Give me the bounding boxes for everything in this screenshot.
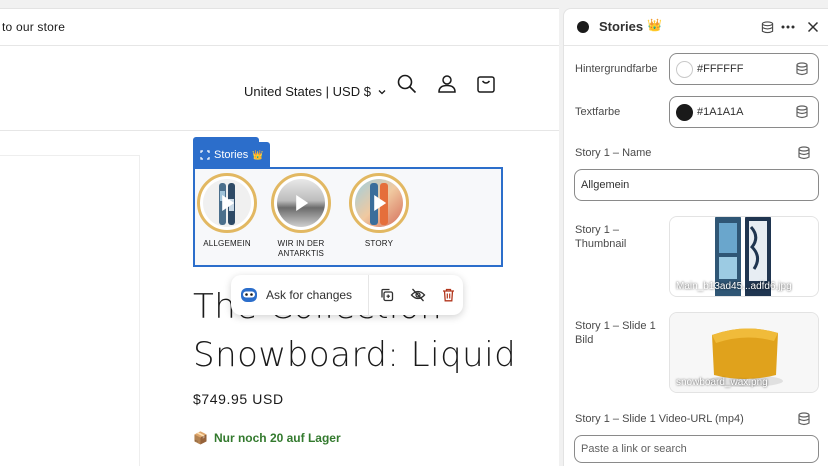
ask-for-changes-button[interactable]: Ask for changes [231,275,369,315]
package-emoji: 📦 [193,431,208,445]
duplicate-button[interactable] [373,280,402,310]
hide-button[interactable] [403,280,432,310]
story-item[interactable]: WIR IN DER ANTARKTIS [263,173,339,259]
country-label: United States | USD $ [244,84,371,99]
dynamic-source-button[interactable] [758,18,776,36]
slide-image-label: Story 1 – Slide 1 Bild [575,320,656,346]
text-color-label: Textfarbe [575,106,621,118]
story-ring [197,173,257,233]
delete-button[interactable] [434,280,463,310]
stories-block-label: Stories [214,149,249,161]
play-icon [222,195,235,211]
ask-toolbar: Ask for changes [231,275,463,315]
video-url-label: Story 1 – Slide 1 Video-URL (mp4) [575,413,744,425]
country-selector[interactable]: United States | USD $ [244,84,387,99]
stock-text: Nur noch 20 auf Lager [213,431,341,445]
product-price: $749.95 USD [193,391,284,407]
text-color-field[interactable]: #1A1A1A [669,96,819,128]
story-thumbnail-label: Story 1 – Thumbnail [575,224,627,250]
database-icon[interactable] [797,412,811,426]
more-icon [781,25,795,29]
crown-emoji: 👑 [252,149,264,160]
story-ring [271,173,331,233]
announcement-text: to our store [2,20,66,34]
panel-header: Stories 👑 [564,9,828,45]
story-name-label: Story 1 – Name [575,147,652,159]
story-label: STORY [364,239,394,248]
thumbnail-picker[interactable]: Main_b13ad45...adfd6.jpg [669,216,819,297]
more-actions-button[interactable] [779,18,797,36]
thumbnail-filename: Main_b13ad45...adfd6.jpg [676,281,792,292]
video-url-input[interactable]: Paste a link or search [574,435,819,463]
panel-title: Stories [599,19,644,34]
story-item[interactable]: STORY [341,173,417,249]
story-label: ALLGEMEIN [203,239,251,248]
ask-for-changes-label: Ask for changes [266,288,353,302]
close-button[interactable] [804,18,822,36]
eye-off-icon [410,288,426,302]
product-media [0,155,140,466]
account-icon[interactable] [436,73,458,95]
close-icon [807,21,819,33]
app-icon [577,21,589,33]
story-name-input[interactable]: Allgemein [574,169,819,201]
bg-color-field[interactable]: #FFFFFF [669,53,819,85]
crown-emoji: 👑 [647,18,662,32]
cart-icon[interactable] [475,73,497,95]
story-label: WIR IN DER ANTARKTIS [277,239,325,258]
search-icon[interactable] [396,73,418,95]
text-color-swatch[interactable] [676,104,693,121]
announcement-bar: to our store [0,9,559,46]
database-icon[interactable] [797,146,811,160]
stories-block[interactable]: ALLGEMEIN WIR IN DER ANTARKTIS STORY [193,167,503,267]
duplicate-icon [381,288,394,302]
chevron-down-icon [378,89,386,94]
product-title-line2: Snowboard: Liquid [193,335,517,375]
bg-color-label: Hintergrundfarbe [575,63,658,75]
ai-sidekick-icon [241,288,257,302]
story-thumbnail [203,179,251,227]
story-thumbnail [277,179,325,227]
store-header: United States | USD $ [0,47,559,131]
slide-image-filename: snowboard_wax.png [676,377,768,388]
database-icon [761,20,773,33]
play-icon [374,195,387,211]
settings-panel: Stories 👑 Hintergrundfarbe #FFFFFF Textf… [563,8,828,466]
text-color-value: #1A1A1A [697,106,744,118]
story-ring [349,173,409,233]
panel-divider [564,45,828,46]
play-icon [296,195,309,211]
database-icon[interactable] [795,105,809,119]
slide-image-picker[interactable]: snowboard_wax.png [669,312,819,393]
bg-color-value: #FFFFFF [697,63,744,75]
story-item[interactable]: ALLGEMEIN [189,173,265,249]
selection-icon [200,150,210,160]
stories-block-tab[interactable]: Stories 👑 [193,142,271,168]
stock-status: 📦 Nur noch 20 auf Lager [193,431,341,445]
app-root: to our store United States | USD $ Stori… [0,0,828,466]
trash-icon [442,288,454,302]
bg-color-swatch[interactable] [676,61,693,78]
database-icon[interactable] [795,62,809,76]
story-thumbnail [355,179,403,227]
